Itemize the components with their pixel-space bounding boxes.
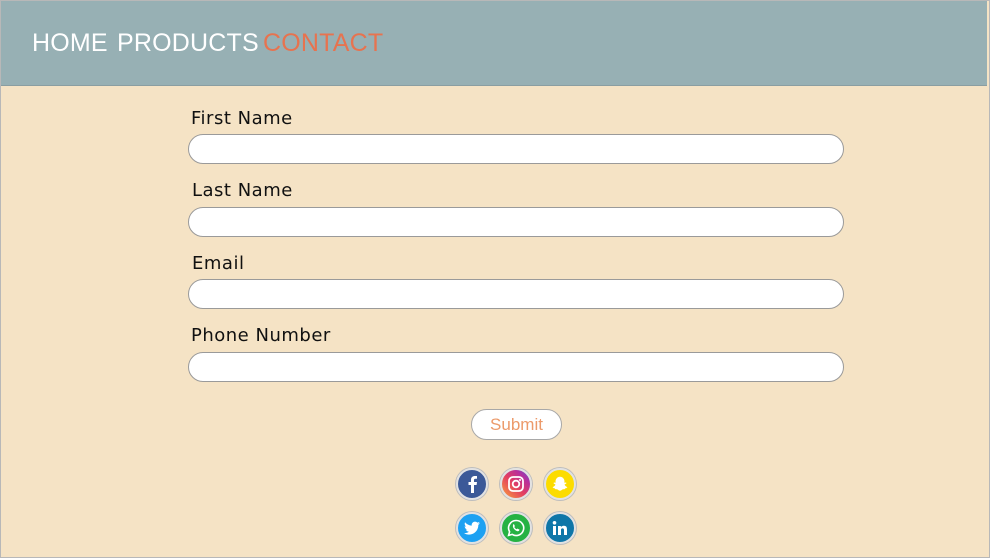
- last-name-label: Last Name: [192, 180, 293, 201]
- submit-button[interactable]: Submit: [471, 409, 562, 440]
- nav-home-link[interactable]: HOME: [32, 29, 108, 58]
- snapchat-icon[interactable]: [544, 468, 576, 500]
- first-name-label: First Name: [191, 108, 293, 129]
- top-navbar: HOME PRODUCTS CONTACT: [1, 1, 987, 86]
- phone-number-input[interactable]: [188, 352, 844, 382]
- twitter-icon[interactable]: [456, 512, 488, 544]
- email-input[interactable]: [188, 279, 844, 309]
- instagram-icon[interactable]: [500, 468, 532, 500]
- email-label: Email: [192, 253, 245, 274]
- last-name-input[interactable]: [188, 207, 844, 237]
- whatsapp-icon[interactable]: [500, 512, 532, 544]
- first-name-input[interactable]: [188, 134, 844, 164]
- nav-contact-link[interactable]: CONTACT: [263, 29, 383, 58]
- linkedin-icon[interactable]: [544, 512, 576, 544]
- nav-products-link[interactable]: PRODUCTS: [117, 29, 259, 58]
- facebook-icon[interactable]: [456, 468, 488, 500]
- phone-number-label: Phone Number: [191, 325, 331, 346]
